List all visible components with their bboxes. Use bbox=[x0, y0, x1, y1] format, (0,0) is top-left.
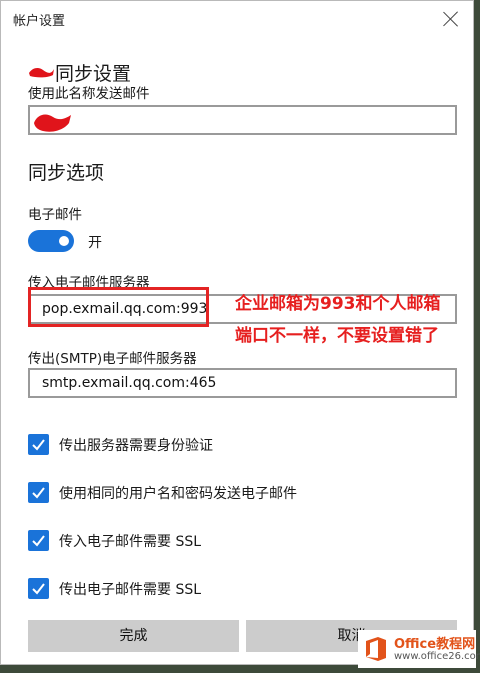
office-logo-icon bbox=[366, 637, 386, 661]
toggle-knob bbox=[59, 236, 69, 246]
watermark-name: Office教程网 bbox=[394, 637, 476, 652]
checkbox-label: 传出电子邮件需要 SSL bbox=[59, 582, 202, 598]
redaction-scribble bbox=[34, 114, 71, 132]
outgoing-server-input[interactable]: smtp.exmail.qq.com:465 bbox=[28, 368, 457, 398]
title-bar: 帐户设置 bbox=[1, 1, 473, 37]
highlight-box bbox=[28, 287, 209, 327]
checkbox-label: 传出服务器需要身份验证 bbox=[59, 438, 213, 454]
annotation-line-2: 端口不一样，不要设置错了 bbox=[235, 326, 439, 346]
checkbox-label: 使用相同的用户名和密码发送电子邮件 bbox=[59, 486, 297, 502]
outgoing-server-label: 传出(SMTP)电子邮件服务器 bbox=[28, 351, 197, 367]
checkbox-checked-icon[interactable] bbox=[28, 530, 49, 551]
email-toggle-state: 开 bbox=[88, 235, 102, 251]
close-icon[interactable] bbox=[441, 9, 461, 29]
dialog-title: 帐户设置 bbox=[13, 14, 66, 29]
email-label: 电子邮件 bbox=[28, 207, 82, 223]
checkbox-checked-icon[interactable] bbox=[28, 578, 49, 599]
outgoing-server-value: smtp.exmail.qq.com:465 bbox=[42, 375, 217, 391]
annotation-line-1: 企业邮箱为993和个人邮箱 bbox=[235, 294, 441, 314]
watermark-url: www.office26.com bbox=[394, 651, 480, 662]
checkbox-checked-icon[interactable] bbox=[28, 482, 49, 503]
checkbox-label: 传入电子邮件需要 SSL bbox=[59, 534, 202, 550]
email-toggle[interactable] bbox=[28, 230, 74, 252]
redaction-scribble bbox=[29, 68, 54, 78]
account-settings-dialog: 帐户设置 同步设置 使用此名称发送邮件 同步选项 电子邮件 开 传入电子邮件服务… bbox=[0, 0, 474, 665]
sender-name-label: 使用此名称发送邮件 bbox=[28, 86, 150, 102]
sync-options-heading: 同步选项 bbox=[28, 162, 105, 184]
sender-name-input[interactable] bbox=[28, 105, 457, 135]
watermark: Office教程网 www.office26.com bbox=[358, 630, 480, 668]
done-button[interactable]: 完成 bbox=[28, 620, 239, 652]
checkbox-checked-icon[interactable] bbox=[28, 434, 49, 455]
